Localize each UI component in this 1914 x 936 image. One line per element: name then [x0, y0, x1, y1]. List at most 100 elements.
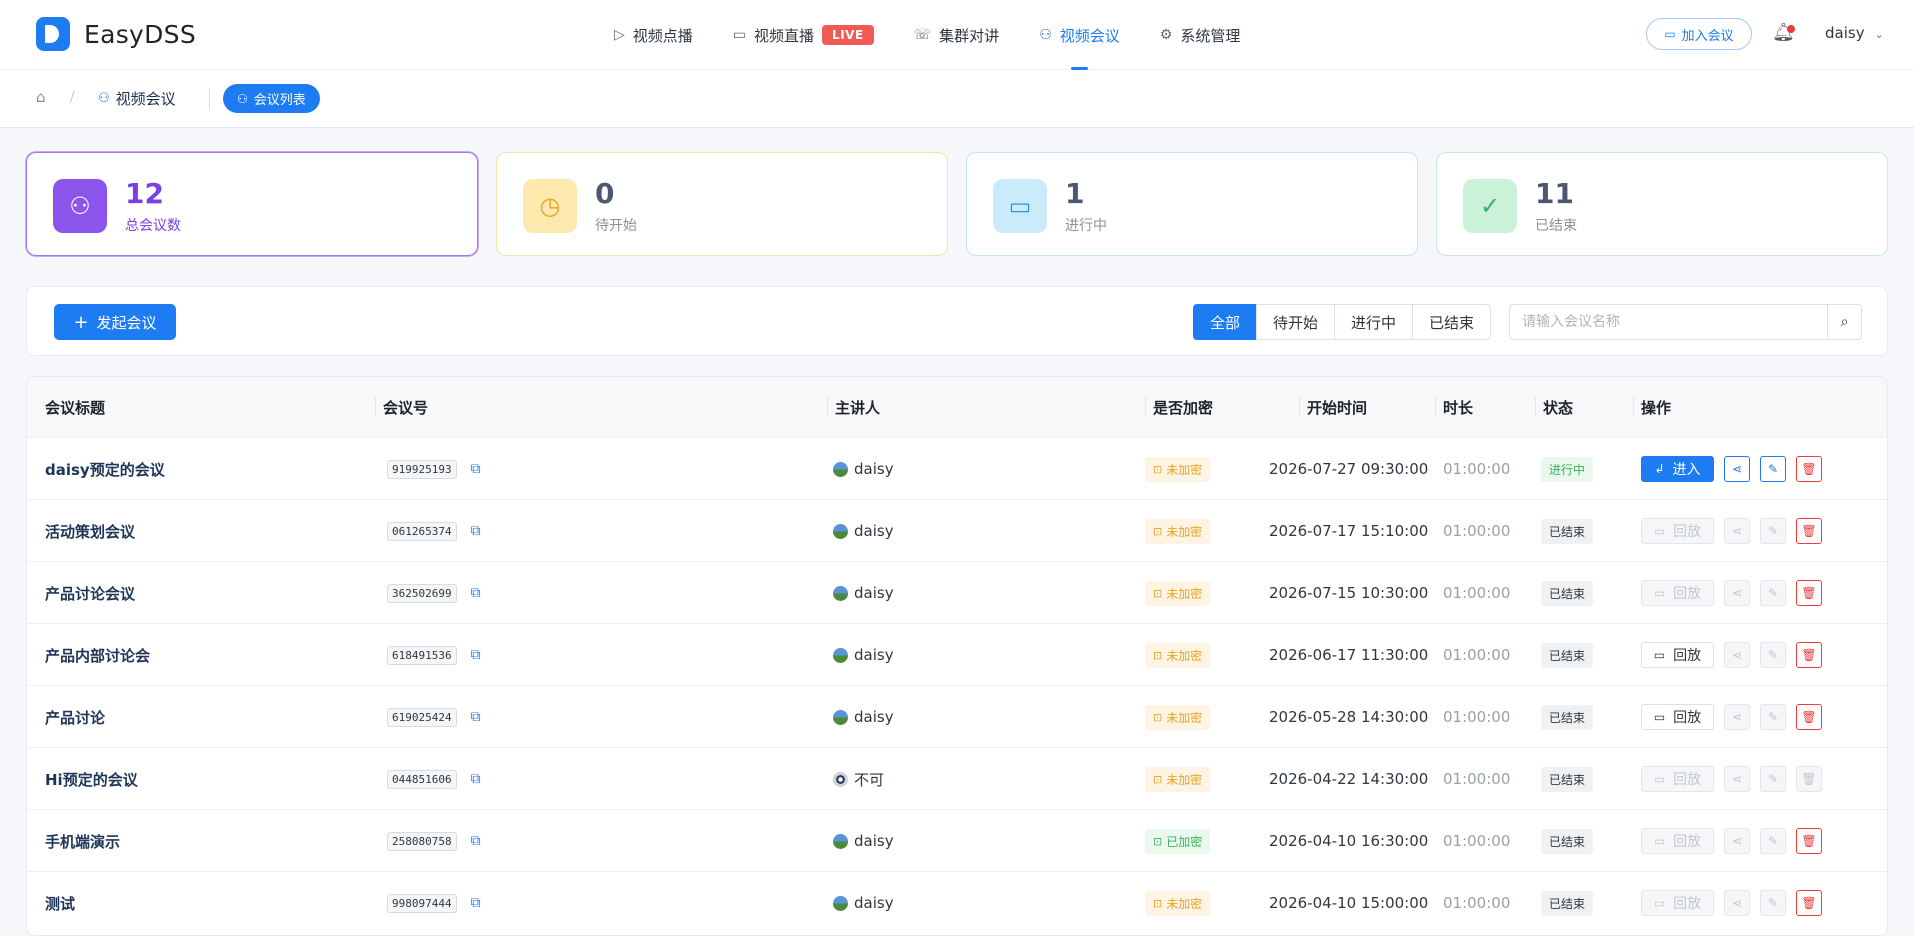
delete-button[interactable]: 🗑︎ — [1796, 580, 1822, 606]
video-camera-icon: ▭ — [1653, 772, 1666, 786]
replay-label: 回放 — [1673, 896, 1702, 912]
nav-label: 集群对讲 — [939, 26, 1000, 45]
replay-label: 回放 — [1673, 586, 1702, 602]
edit-button[interactable]: ✎ — [1760, 642, 1786, 668]
meeting-number: 258080758 — [387, 831, 457, 851]
edit-button[interactable]: ✎ — [1760, 456, 1786, 482]
video-camera-icon: ▭ — [1653, 524, 1666, 538]
replay-button[interactable]: ▭ 回放 — [1641, 890, 1714, 916]
meeting-title-link[interactable]: Hi预定的会议 — [45, 769, 138, 790]
share-button[interactable]: ⋖ — [1724, 890, 1750, 916]
edit-button[interactable]: ✎ — [1760, 580, 1786, 606]
encryption-label: 未加密 — [1166, 524, 1203, 539]
filter-pending[interactable]: 待开始 — [1256, 304, 1336, 340]
duration: 01:00:00 — [1443, 708, 1511, 726]
duration: 01:00:00 — [1443, 522, 1511, 540]
share-button[interactable]: ⋖ — [1724, 456, 1750, 482]
replay-button[interactable]: ▭ 回放 — [1641, 580, 1714, 606]
replay-button[interactable]: ▭ 回放 — [1641, 704, 1714, 730]
meeting-number: 061265374 — [387, 521, 457, 541]
join-meeting-button[interactable]: ▭ 加入会议 — [1646, 18, 1752, 50]
nav-item-system[interactable]: ⚙ 系统管理 — [1160, 0, 1241, 70]
copy-icon[interactable]: ⧉ — [471, 709, 481, 725]
copy-icon[interactable]: ⧉ — [471, 833, 481, 849]
search-input[interactable] — [1510, 305, 1826, 339]
copy-icon[interactable]: ⧉ — [471, 523, 481, 539]
nav-item-vod[interactable]: ▷ 视频点播 — [614, 0, 693, 70]
tab-meeting-list[interactable]: ⚇ 会议列表 — [223, 84, 320, 113]
copy-icon[interactable]: ⧉ — [471, 585, 481, 601]
replay-button[interactable]: ▭ 回放 — [1641, 518, 1714, 544]
stat-label: 待开始 — [595, 218, 637, 234]
share-button[interactable]: ⋖ — [1724, 828, 1750, 854]
delete-button[interactable]: 🗑︎ — [1796, 456, 1822, 482]
share-button[interactable]: ⋖ — [1724, 580, 1750, 606]
share-icon: ⋖ — [1731, 586, 1743, 600]
nav-item-live[interactable]: ▭ 视频直播 LIVE — [733, 0, 874, 70]
meeting-title-link[interactable]: 产品内部讨论会 — [45, 645, 150, 666]
edit-button[interactable]: ✎ — [1760, 518, 1786, 544]
delete-button[interactable]: 🗑︎ — [1796, 890, 1822, 916]
pencil-icon: ✎ — [1767, 710, 1779, 724]
breadcrumb-meeting[interactable]: ⚇ 视频会议 — [98, 88, 176, 109]
stat-card-ended[interactable]: ✓ 11 已结束 — [1436, 152, 1888, 256]
stat-card-total[interactable]: ⚇ 12 总会议数 — [26, 152, 478, 256]
host-avatar — [833, 585, 848, 601]
replay-button[interactable]: ▭ 回放 — [1641, 828, 1714, 854]
edit-button[interactable]: ✎ — [1760, 766, 1786, 792]
replay-button[interactable]: ▭ 回放 — [1641, 766, 1714, 792]
host-name: daisy — [854, 708, 894, 726]
host-name: daisy — [854, 646, 894, 664]
meeting-title-link[interactable]: 产品讨论会议 — [45, 583, 135, 604]
delete-button[interactable]: 🗑︎ — [1796, 704, 1822, 730]
copy-icon[interactable]: ⧉ — [471, 461, 481, 477]
edit-button[interactable]: ✎ — [1760, 890, 1786, 916]
live-badge: LIVE — [822, 25, 874, 45]
breadcrumb: ⌂ / ⚇ 视频会议 ⚇ 会议列表 — [0, 70, 1914, 128]
new-meeting-button[interactable]: + 发起会议 — [54, 304, 176, 340]
edit-button[interactable]: ✎ — [1760, 704, 1786, 730]
row-actions: ▭ 回放 ⋖ ✎ 🗑︎ — [1641, 872, 1822, 934]
stat-card-ongoing[interactable]: ▭ 1 进行中 — [966, 152, 1418, 256]
share-button[interactable]: ⋖ — [1724, 518, 1750, 544]
copy-icon[interactable]: ⧉ — [471, 647, 481, 663]
home-icon[interactable]: ⌂ — [36, 88, 46, 106]
meeting-title-link[interactable]: 手机端演示 — [45, 831, 120, 852]
host-avatar — [833, 833, 848, 849]
host-avatar — [833, 895, 848, 911]
video-camera-icon: ▭ — [732, 27, 747, 43]
share-button[interactable]: ⋖ — [1724, 704, 1750, 730]
copy-icon[interactable]: ⧉ — [471, 771, 481, 787]
replay-button[interactable]: ▭ 回放 — [1641, 642, 1714, 668]
delete-button[interactable]: 🗑︎ — [1796, 828, 1822, 854]
stat-card-pending[interactable]: ◷ 0 待开始 — [496, 152, 948, 256]
meeting-title-link[interactable]: 活动策划会议 — [45, 521, 135, 542]
app-name: EasyDSS — [84, 19, 197, 49]
easydss-logo-icon — [36, 17, 70, 51]
filter-ended[interactable]: 已结束 — [1412, 304, 1492, 340]
delete-button[interactable]: 🗑︎ — [1796, 766, 1822, 792]
search-icon: ⌕ — [1840, 314, 1849, 330]
edit-button[interactable]: ✎ — [1760, 828, 1786, 854]
nav-item-intercom[interactable]: ☏ 集群对讲 — [914, 0, 1000, 70]
start-time: 2026-04-10 15:00:00 — [1269, 894, 1429, 912]
filter-all[interactable]: 全部 — [1193, 304, 1258, 340]
trash-icon: 🗑︎ — [1801, 834, 1817, 848]
host-name: 不可 — [854, 770, 885, 789]
encryption-badge: ⊡ 未加密 — [1145, 890, 1211, 916]
share-button[interactable]: ⋖ — [1724, 642, 1750, 668]
search-button[interactable]: ⌕ — [1827, 305, 1861, 339]
delete-button[interactable]: 🗑︎ — [1796, 642, 1822, 668]
user-menu[interactable]: daisy ⌄ — [1825, 24, 1884, 42]
meeting-title-link[interactable]: 测试 — [45, 893, 75, 914]
duration: 01:00:00 — [1443, 584, 1511, 602]
meeting-title-link[interactable]: daisy预定的会议 — [45, 459, 165, 480]
filter-ongoing[interactable]: 进行中 — [1334, 304, 1414, 340]
share-button[interactable]: ⋖ — [1724, 766, 1750, 792]
meeting-title-link[interactable]: 产品讨论 — [45, 707, 105, 728]
enter-button[interactable]: ↲ 进入 — [1641, 456, 1714, 482]
copy-icon[interactable]: ⧉ — [471, 895, 481, 911]
delete-button[interactable]: 🗑︎ — [1796, 518, 1822, 544]
nav-item-meeting[interactable]: ⚇ 视频会议 — [1039, 0, 1120, 70]
app-logo[interactable]: EasyDSS — [36, 17, 196, 51]
